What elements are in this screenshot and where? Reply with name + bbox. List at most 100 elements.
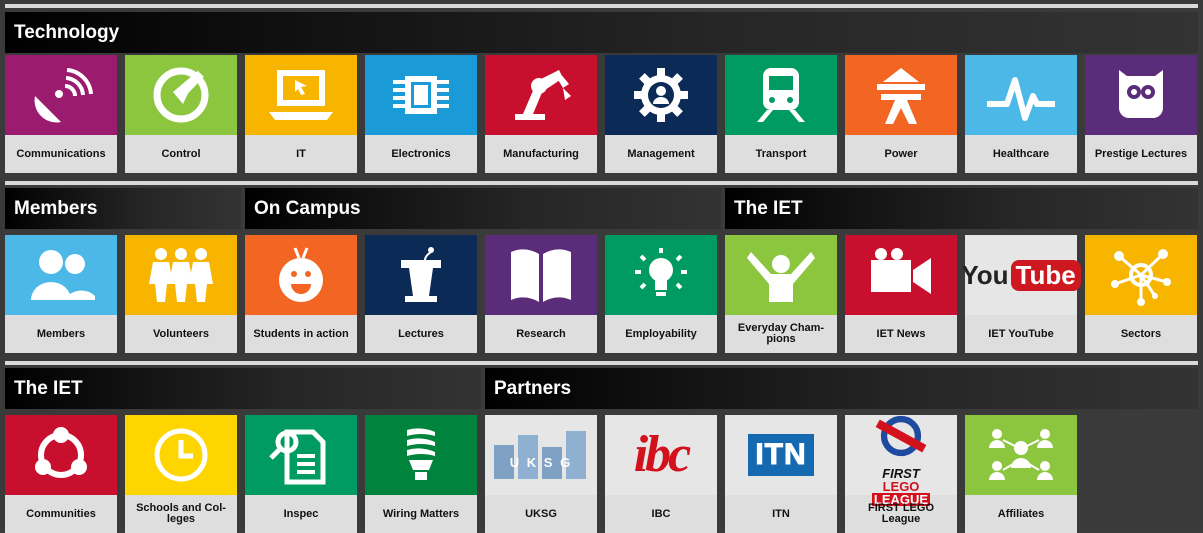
tile-label: Electronics <box>365 135 477 173</box>
tile-volunteers[interactable]: Volunteers <box>125 235 237 353</box>
tile-management[interactable]: Management <box>605 55 717 173</box>
robot-arm-icon <box>485 55 597 135</box>
tile-label: Students in action <box>245 315 357 353</box>
gear-person-icon <box>605 55 717 135</box>
tile-label: Control <box>125 135 237 173</box>
owl-icon <box>1085 55 1197 135</box>
laptop-icon <box>245 55 357 135</box>
tile-label: Communications <box>5 135 117 173</box>
section-header-technology: Technology <box>5 12 1198 53</box>
tile-schools-and-col-leges[interactable]: Schools and Col-leges <box>125 415 237 533</box>
tile-iet-news[interactable]: IET News <box>845 235 957 353</box>
tile-label: Sectors <box>1085 315 1197 353</box>
youtube-logo-tube: Tube <box>1010 259 1081 291</box>
tile-lectures[interactable]: Lectures <box>365 235 477 353</box>
tile-first-lego-league[interactable]: FIRST LEGO LEAGUE FIRST LEGO League <box>845 415 957 533</box>
tile-label: Research <box>485 315 597 353</box>
tile-label: IBC <box>605 495 717 533</box>
tile-uksg[interactable]: U K S G UKSG <box>485 415 597 533</box>
tile-label: ITN <box>725 495 837 533</box>
tile-power[interactable]: Power <box>845 55 957 173</box>
fll-lego-text: LEGO <box>882 478 920 494</box>
tile-label: Employability <box>605 315 717 353</box>
volunteers-icon <box>125 235 237 315</box>
network-icon <box>1085 235 1197 315</box>
itn-logo-text: ITN <box>748 434 814 476</box>
tile-label: Lectures <box>365 315 477 353</box>
tile-label: Communities <box>5 495 117 533</box>
uksg-logo-text: U K S G <box>509 455 573 470</box>
open-book-icon <box>485 235 597 315</box>
fll-emblem-icon <box>875 415 927 456</box>
tile-label: Healthcare <box>965 135 1077 173</box>
pylon-icon <box>845 55 957 135</box>
tile-everyday-cham-pions[interactable]: Everyday Cham-pions <box>725 235 837 353</box>
tile-communications[interactable]: Communications <box>5 55 117 173</box>
tile-control[interactable]: Control <box>125 55 237 173</box>
itn-logo: ITN <box>725 415 837 495</box>
heartbeat-icon <box>965 55 1077 135</box>
energy-bulb-icon <box>365 415 477 495</box>
student-mascot-icon <box>245 235 357 315</box>
communities-icon <box>5 415 117 495</box>
affiliates-icon <box>965 415 1077 495</box>
clock-icon <box>125 415 237 495</box>
first-lego-league-logo: FIRST LEGO LEAGUE <box>845 415 957 506</box>
tile-healthcare[interactable]: Healthcare <box>965 55 1077 173</box>
tile-inspec[interactable]: Inspec <box>245 415 357 533</box>
chip-icon <box>365 55 477 135</box>
tile-label: IET News <box>845 315 957 353</box>
tile-electronics[interactable]: Electronics <box>365 55 477 173</box>
tile-label: Prestige Lectures <box>1085 135 1197 173</box>
tile-label: Affiliates <box>965 495 1077 533</box>
tile-label: Manufacturing <box>485 135 597 173</box>
uksg-logo: U K S G <box>485 415 597 495</box>
lightbulb-icon <box>605 235 717 315</box>
tile-ibc[interactable]: ibc IBC <box>605 415 717 533</box>
tile-affiliates[interactable]: Affiliates <box>965 415 1077 533</box>
section-header-on-campus: On Campus <box>245 188 721 229</box>
tile-members[interactable]: Members <box>5 235 117 353</box>
section-header-members: Members <box>5 188 241 229</box>
tile-grid-page: Technology Communications Control IT Electro… <box>0 0 1203 533</box>
tile-label: Everyday Cham-pions <box>725 315 837 353</box>
tile-sectors[interactable]: Sectors <box>1085 235 1197 353</box>
tile-label: Inspec <box>245 495 357 533</box>
gauge-icon <box>125 55 237 135</box>
tile-employability[interactable]: Employability <box>605 235 717 353</box>
tile-it[interactable]: IT <box>245 55 357 173</box>
tile-label: Transport <box>725 135 837 173</box>
tile-label: Management <box>605 135 717 173</box>
video-camera-icon <box>845 235 957 315</box>
tile-prestige-lectures[interactable]: Prestige Lectures <box>1085 55 1197 173</box>
tile-label: UKSG <box>485 495 597 533</box>
champion-icon <box>725 235 837 315</box>
tile-label: IT <box>245 135 357 173</box>
tile-itn[interactable]: ITN ITN <box>725 415 837 533</box>
tile-research[interactable]: Research <box>485 235 597 353</box>
train-icon <box>725 55 837 135</box>
document-search-icon <box>245 415 357 495</box>
youtube-logo-you: You <box>961 259 1009 290</box>
ibc-logo: ibc <box>605 415 717 495</box>
tile-label: IET YouTube <box>965 315 1077 353</box>
section-header-partners: Partners <box>485 368 1198 409</box>
tile-transport[interactable]: Transport <box>725 55 837 173</box>
section-header-the-iet: The IET <box>5 368 481 409</box>
tile-manufacturing[interactable]: Manufacturing <box>485 55 597 173</box>
divider-band <box>5 181 1198 185</box>
satellite-dish-icon <box>5 55 117 135</box>
ibc-logo-text: ibc <box>633 426 692 483</box>
tile-communities[interactable]: Communities <box>5 415 117 533</box>
tile-wiring-matters[interactable]: Wiring Matters <box>365 415 477 533</box>
tile-label: Wiring Matters <box>365 495 477 533</box>
fll-first-text: FIRST <box>882 465 920 481</box>
tile-students-in-action[interactable]: Students in action <box>245 235 357 353</box>
youtube-icon: You Tube <box>961 235 1081 315</box>
divider-band <box>5 361 1198 365</box>
tile-label: Schools and Col-leges <box>125 495 237 533</box>
tile-iet-youtube[interactable]: You Tube IET YouTube <box>961 235 1081 353</box>
lectern-icon <box>365 235 477 315</box>
section-header-the-iet: The IET <box>725 188 1198 229</box>
divider-band <box>5 4 1198 8</box>
